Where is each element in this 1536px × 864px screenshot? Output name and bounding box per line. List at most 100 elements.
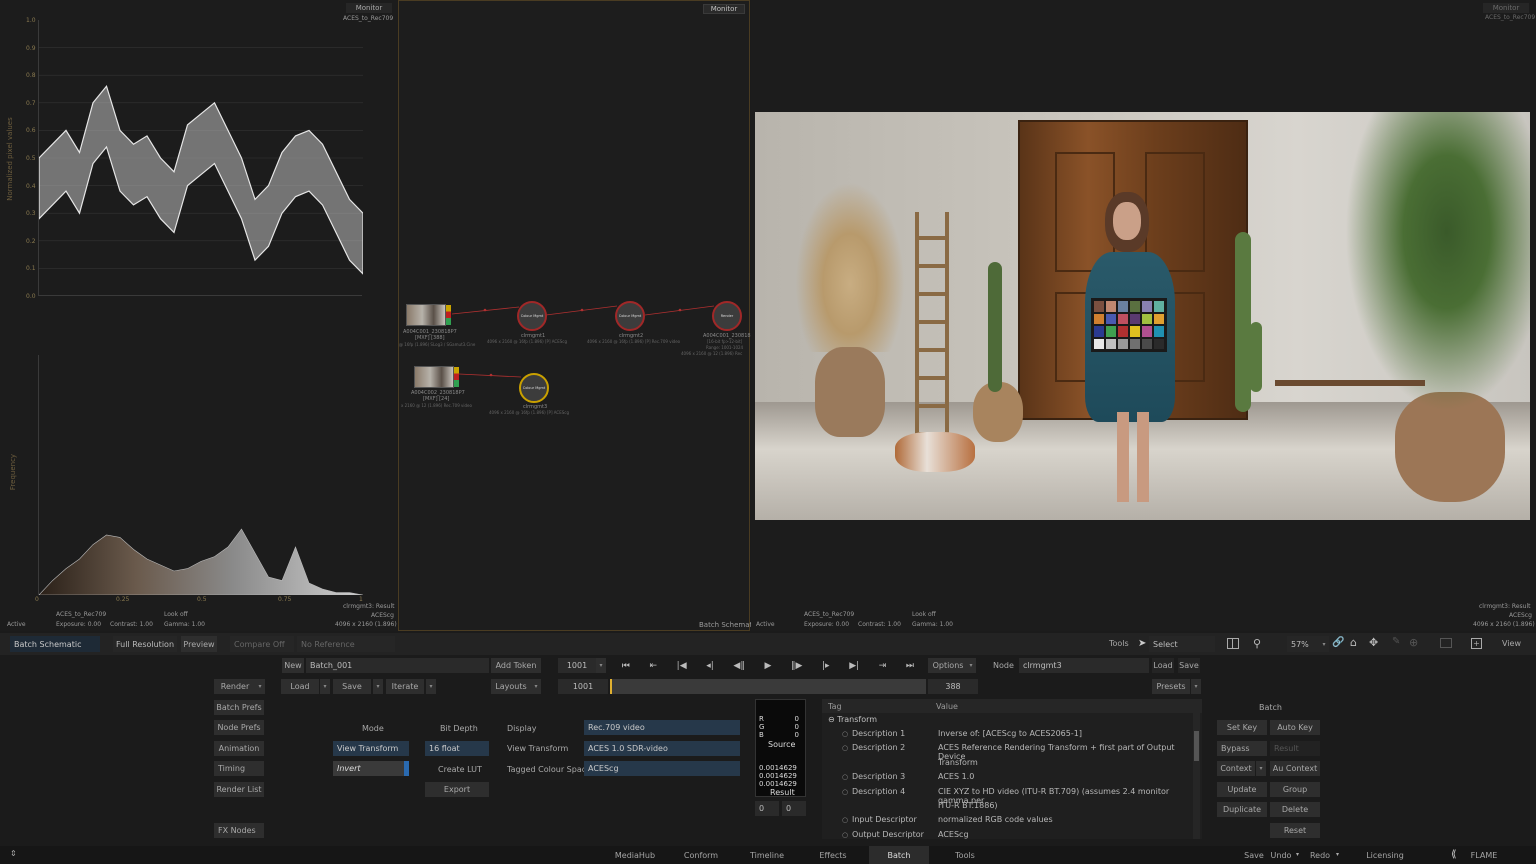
options-dropdown-icon[interactable]: ▾ bbox=[966, 658, 976, 673]
schematic-node-render[interactable]: Render bbox=[712, 301, 742, 331]
prev-key-icon[interactable]: ⏮ bbox=[622, 661, 630, 671]
presets-button[interactable]: Presets bbox=[1152, 679, 1190, 694]
picker-y-field[interactable]: 0 bbox=[782, 801, 806, 816]
metadata-row[interactable]: ○ Description 3 ACES 1.0 bbox=[822, 772, 1192, 786]
timing-button[interactable]: Timing bbox=[214, 761, 264, 776]
render-button[interactable]: Render bbox=[214, 679, 256, 694]
metadata-scrollbar[interactable] bbox=[1193, 713, 1200, 839]
view-transform-select[interactable]: ACES 1.0 SDR-video bbox=[584, 741, 740, 756]
step-forward-frame-icon[interactable]: |▸ bbox=[822, 661, 830, 671]
schematic-node-clip-1[interactable] bbox=[406, 304, 452, 328]
update-button[interactable]: Update bbox=[1217, 782, 1267, 797]
crosshair-icon[interactable]: ⊕ bbox=[1409, 636, 1418, 649]
select-tool-field[interactable]: Select bbox=[1149, 636, 1215, 652]
tab-tools[interactable]: Tools bbox=[935, 846, 995, 864]
go-start-icon[interactable]: |◀ bbox=[677, 661, 687, 671]
mode-select[interactable]: View Transform bbox=[333, 741, 409, 756]
bypass-button[interactable]: Bypass bbox=[1217, 741, 1267, 756]
new-batch-button[interactable]: New bbox=[282, 658, 304, 673]
global-save-button[interactable]: Save bbox=[1240, 846, 1268, 864]
metadata-row[interactable]: ○ Output Descriptor ACEScg bbox=[822, 830, 1192, 839]
play-forward-icon[interactable]: ‖▶ bbox=[791, 661, 802, 671]
licensing-button[interactable]: Licensing bbox=[1360, 846, 1410, 864]
step-back-key-icon[interactable]: ⇤ bbox=[650, 661, 658, 671]
compare-off-button[interactable]: Compare Off bbox=[230, 636, 294, 652]
no-reference-field[interactable]: No Reference bbox=[297, 636, 395, 652]
node-prefs-button[interactable]: Node Prefs bbox=[214, 720, 264, 735]
metadata-row[interactable]: Transform bbox=[822, 758, 1192, 772]
redo-button[interactable]: Redo bbox=[1307, 846, 1333, 864]
range-end-field[interactable]: 388 bbox=[928, 679, 978, 694]
undo-button[interactable]: Undo bbox=[1268, 846, 1294, 864]
node-name-field[interactable]: clrmgmt3 bbox=[1019, 658, 1149, 673]
move-icon[interactable]: ✥ bbox=[1369, 636, 1378, 649]
context-dropdown-icon[interactable]: ▾ bbox=[1256, 761, 1266, 776]
scopes-monitor-button[interactable]: Monitor bbox=[346, 3, 392, 13]
metadata-row[interactable]: ○ Description 2 ACES Reference Rendering T… bbox=[822, 743, 1192, 761]
view-menu[interactable]: View bbox=[1502, 639, 1521, 648]
schematic-panel[interactable]: Monitor A004C001_230818P7 [MXF] [388] @ … bbox=[398, 0, 758, 631]
range-start-field[interactable]: 1001 bbox=[558, 679, 608, 694]
create-lut-label[interactable]: Create LUT bbox=[438, 765, 482, 774]
metadata-table[interactable]: Tag Value ⊖ Transform ○ Description 1 Inve… bbox=[822, 699, 1202, 839]
colour-picker-box[interactable]: R G B 0 0 0 Source 0.0014629 0.0014629 0… bbox=[755, 699, 806, 797]
schematic-node-clrmgmt1[interactable]: Colour Mgmt bbox=[517, 301, 547, 331]
node-load-button[interactable]: Load bbox=[1152, 658, 1174, 673]
tab-mediahub[interactable]: MediaHub bbox=[605, 846, 665, 864]
save-dropdown-icon[interactable]: ▾ bbox=[373, 679, 383, 694]
frame-field[interactable]: 1001 bbox=[558, 658, 596, 673]
link-icon[interactable]: 🔗 bbox=[1332, 637, 1344, 648]
metadata-row[interactable]: ○ Input Descriptor normalized RGB code val… bbox=[822, 815, 1192, 829]
batch-save-button[interactable]: Save bbox=[333, 679, 371, 694]
invert-toggle[interactable]: Invert bbox=[333, 761, 409, 776]
batch-load-button[interactable]: Load bbox=[281, 679, 319, 694]
node-save-button[interactable]: Save bbox=[1178, 658, 1200, 673]
zoom-dropdown-icon[interactable]: ▾ bbox=[1319, 636, 1329, 652]
set-key-button[interactable]: Set Key bbox=[1217, 720, 1267, 735]
redo-dropdown-icon[interactable]: ▾ bbox=[1336, 851, 1339, 858]
options-button[interactable]: Options bbox=[928, 658, 968, 673]
render-dropdown-icon[interactable]: ▾ bbox=[255, 679, 265, 694]
metadata-row[interactable]: ITU-R BT.1886) bbox=[822, 801, 1192, 815]
schematic-node-clrmgmt3[interactable]: Colour Mgmt bbox=[519, 373, 549, 403]
zoom-field[interactable]: 57% bbox=[1287, 636, 1319, 652]
render-list-button[interactable]: Render List bbox=[214, 782, 264, 797]
split-view-icon[interactable] bbox=[1227, 638, 1239, 649]
delete-button[interactable]: Delete bbox=[1270, 802, 1320, 817]
tab-timeline[interactable]: Timeline bbox=[737, 846, 797, 864]
bit-depth-select[interactable]: 16 float bbox=[425, 741, 489, 756]
viewer-panel[interactable]: Monitor ACES_to_Rec709 Active ACES_to_Re… bbox=[751, 0, 1536, 631]
collapse-icon[interactable]: ⊖ bbox=[828, 715, 837, 724]
step-forward-key-icon[interactable]: ⇥ bbox=[879, 661, 887, 671]
home-icon[interactable]: ⌂ bbox=[1350, 636, 1357, 649]
tab-effects[interactable]: Effects bbox=[803, 846, 863, 864]
play-icon[interactable]: ▶ bbox=[764, 661, 771, 671]
viewer-image[interactable] bbox=[755, 112, 1530, 520]
undo-dropdown-icon[interactable]: ▾ bbox=[1296, 851, 1299, 858]
metadata-row[interactable]: ○ Description 4 CIE XYZ to HD video (ITU-R… bbox=[822, 787, 1192, 805]
display-icon[interactable] bbox=[1440, 638, 1452, 648]
auto-key-button[interactable]: Auto Key bbox=[1270, 720, 1320, 735]
fx-nodes-button[interactable]: FX Nodes bbox=[214, 823, 264, 838]
metadata-row[interactable]: ○ Description 1 Inverse of: [ACEScg to ACE… bbox=[822, 729, 1192, 743]
frame-dropdown-icon[interactable]: ▾ bbox=[596, 658, 606, 673]
display-select[interactable]: Rec.709 video bbox=[584, 720, 740, 735]
reset-button[interactable]: Reset bbox=[1270, 823, 1320, 838]
play-back-icon[interactable]: ◀‖ bbox=[733, 661, 744, 671]
full-resolution-button[interactable]: Full Resolution bbox=[113, 636, 177, 652]
preview-button[interactable]: Preview bbox=[181, 636, 217, 652]
schematic-node-clip-2[interactable] bbox=[414, 366, 460, 390]
tab-batch[interactable]: Batch bbox=[869, 846, 929, 864]
tagged-colour-space-select[interactable]: ACEScg bbox=[584, 761, 740, 776]
iterate-dropdown-icon[interactable]: ▾ bbox=[426, 679, 436, 694]
schematic-node-clrmgmt2[interactable]: Colour Mgmt bbox=[615, 301, 645, 331]
batch-prefs-button[interactable]: Batch Prefs bbox=[214, 700, 264, 715]
overlay-icon[interactable]: + bbox=[1471, 638, 1482, 649]
load-dropdown-icon[interactable]: ▾ bbox=[320, 679, 330, 694]
batch-name-field[interactable]: Batch_001 bbox=[306, 658, 489, 673]
pen-icon[interactable]: ✎ bbox=[1392, 636, 1400, 647]
expand-icon[interactable]: ⇕ bbox=[10, 849, 17, 858]
export-button[interactable]: Export bbox=[425, 782, 489, 797]
next-key-icon[interactable]: ⏭ bbox=[906, 661, 914, 671]
cursor-icon[interactable]: ➤ bbox=[1138, 638, 1146, 650]
